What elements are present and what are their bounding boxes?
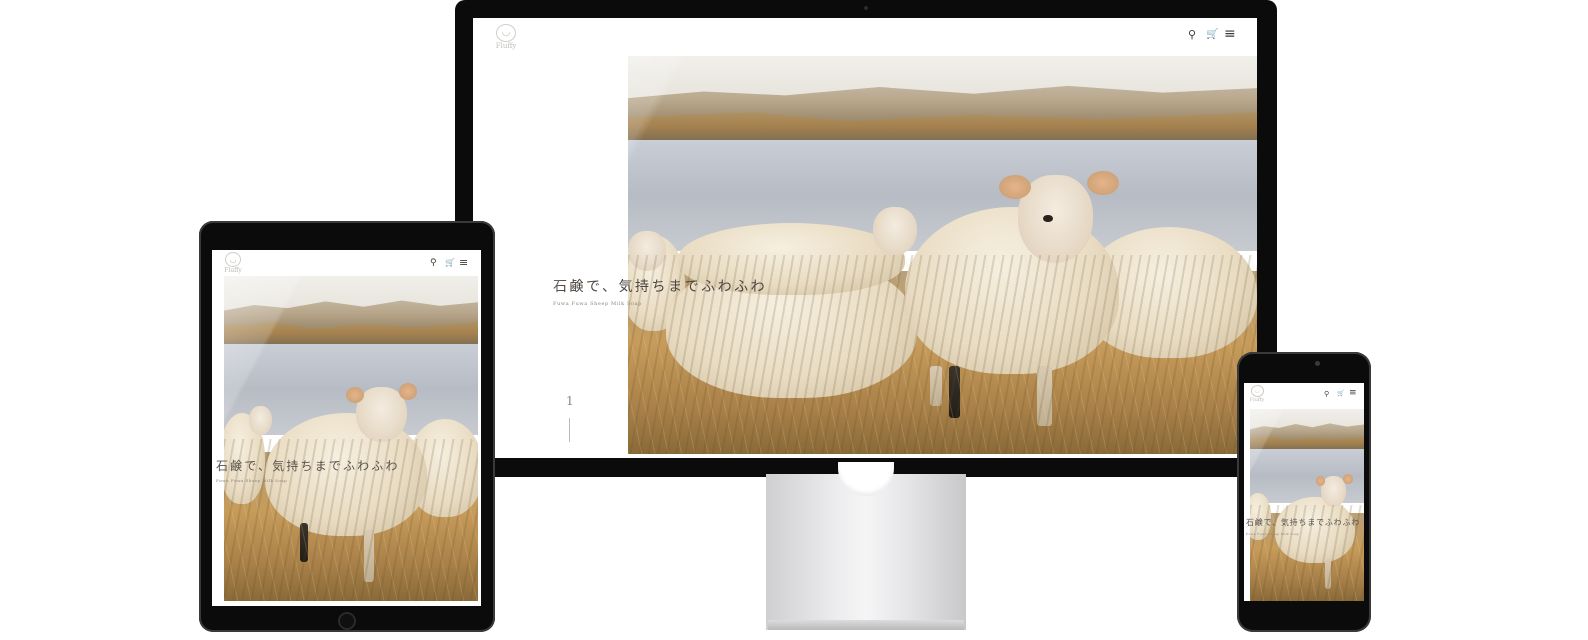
site-logo[interactable]: ◡ Fluffy — [493, 24, 519, 50]
hero-headline: 石鹸で、気持ちまでふわふわ — [1246, 518, 1361, 527]
sheep-front-ear-left — [1316, 476, 1326, 486]
desktop-monitor: ◡ Fluffy ⚲ 🛒 ≡ 石鹸で、気持ちまでふわふわ Fuwa Fuwa S… — [455, 0, 1277, 477]
search-icon[interactable]: ⚲ — [1188, 29, 1196, 40]
sheep-front-ear-left — [999, 175, 1031, 200]
hero-sheep-photo — [1250, 409, 1364, 601]
menu-icon[interactable]: ≡ — [459, 257, 468, 268]
menu-icon[interactable]: ≡ — [1349, 389, 1357, 398]
sheep-middle-head — [873, 207, 918, 255]
desktop-screen: ◡ Fluffy ⚲ 🛒 ≡ 石鹸で、気持ちまでふわふわ Fuwa Fuwa S… — [473, 18, 1257, 458]
logo-text: Fluffy — [495, 42, 517, 50]
tablet-screen: ◡ Fluffy ⚲ 🛒 ≡ 石鹸で、気持ちまでふわふわ Fuwa Fuwa S… — [212, 250, 481, 606]
smartphone: ◡ Fluffy ⚲ 🛒 ≡ 石鹸で、気持ちまでふわふわ Fuwa Fuwa S… — [1237, 352, 1371, 632]
hero-headline: 石鹸で、気持ちまでふわふわ — [216, 459, 400, 473]
cart-icon[interactable]: 🛒 — [1206, 30, 1218, 40]
hero-sheep-photo — [628, 56, 1257, 454]
phone-screen: ◡ Fluffy ⚲ 🛒 ≡ 石鹸で、気持ちまでふわふわ Fuwa Fuwa S… — [1244, 383, 1364, 601]
search-icon[interactable]: ⚲ — [1324, 391, 1329, 398]
phone-camera — [1315, 361, 1320, 366]
menu-icon[interactable]: ≡ — [1224, 27, 1236, 41]
sheep-logo-icon: ◡ — [225, 252, 241, 267]
cart-icon[interactable]: 🛒 — [445, 259, 455, 267]
hero-subline: Fuwa Fuwa Sheep Milk Soap — [216, 478, 288, 483]
sheep-logo-icon: ◡ — [496, 24, 516, 42]
hero-subline: Fuwa Fuwa Sheep Milk Soap — [1246, 532, 1300, 536]
monitor-stand-foot — [768, 620, 964, 630]
logo-text: Fluffy — [1249, 397, 1265, 403]
tablet: ◡ Fluffy ⚲ 🛒 ≡ 石鹸で、気持ちまでふわふわ Fuwa Fuwa S… — [199, 221, 495, 632]
sheep-front-ear-right — [1343, 474, 1353, 484]
scroll-indicator — [569, 418, 570, 442]
tablet-home-button[interactable] — [338, 612, 356, 630]
monitor-camera — [864, 6, 868, 10]
cart-icon[interactable]: 🛒 — [1337, 391, 1344, 397]
hero-headline: 石鹸で、気持ちまでふわふわ — [553, 279, 768, 295]
sheep-front-eye — [1043, 215, 1053, 223]
sheep-logo-icon: ◡ — [1250, 385, 1264, 397]
logo-text: Fluffy — [224, 267, 242, 274]
monitor-stand — [766, 474, 966, 630]
site-logo[interactable]: ◡ Fluffy — [222, 252, 244, 274]
site-logo[interactable]: ◡ Fluffy — [1248, 385, 1266, 403]
sheep-front-ear-left — [345, 386, 364, 403]
search-icon[interactable]: ⚲ — [430, 259, 437, 268]
hero-subline: Fuwa Fuwa Sheep Milk Soap — [553, 301, 642, 307]
sheep-front-ear-right — [399, 383, 418, 400]
slide-number: 1 — [566, 394, 574, 408]
hero-sheep-photo — [224, 276, 478, 601]
sheep-front-ear-right — [1087, 171, 1119, 196]
